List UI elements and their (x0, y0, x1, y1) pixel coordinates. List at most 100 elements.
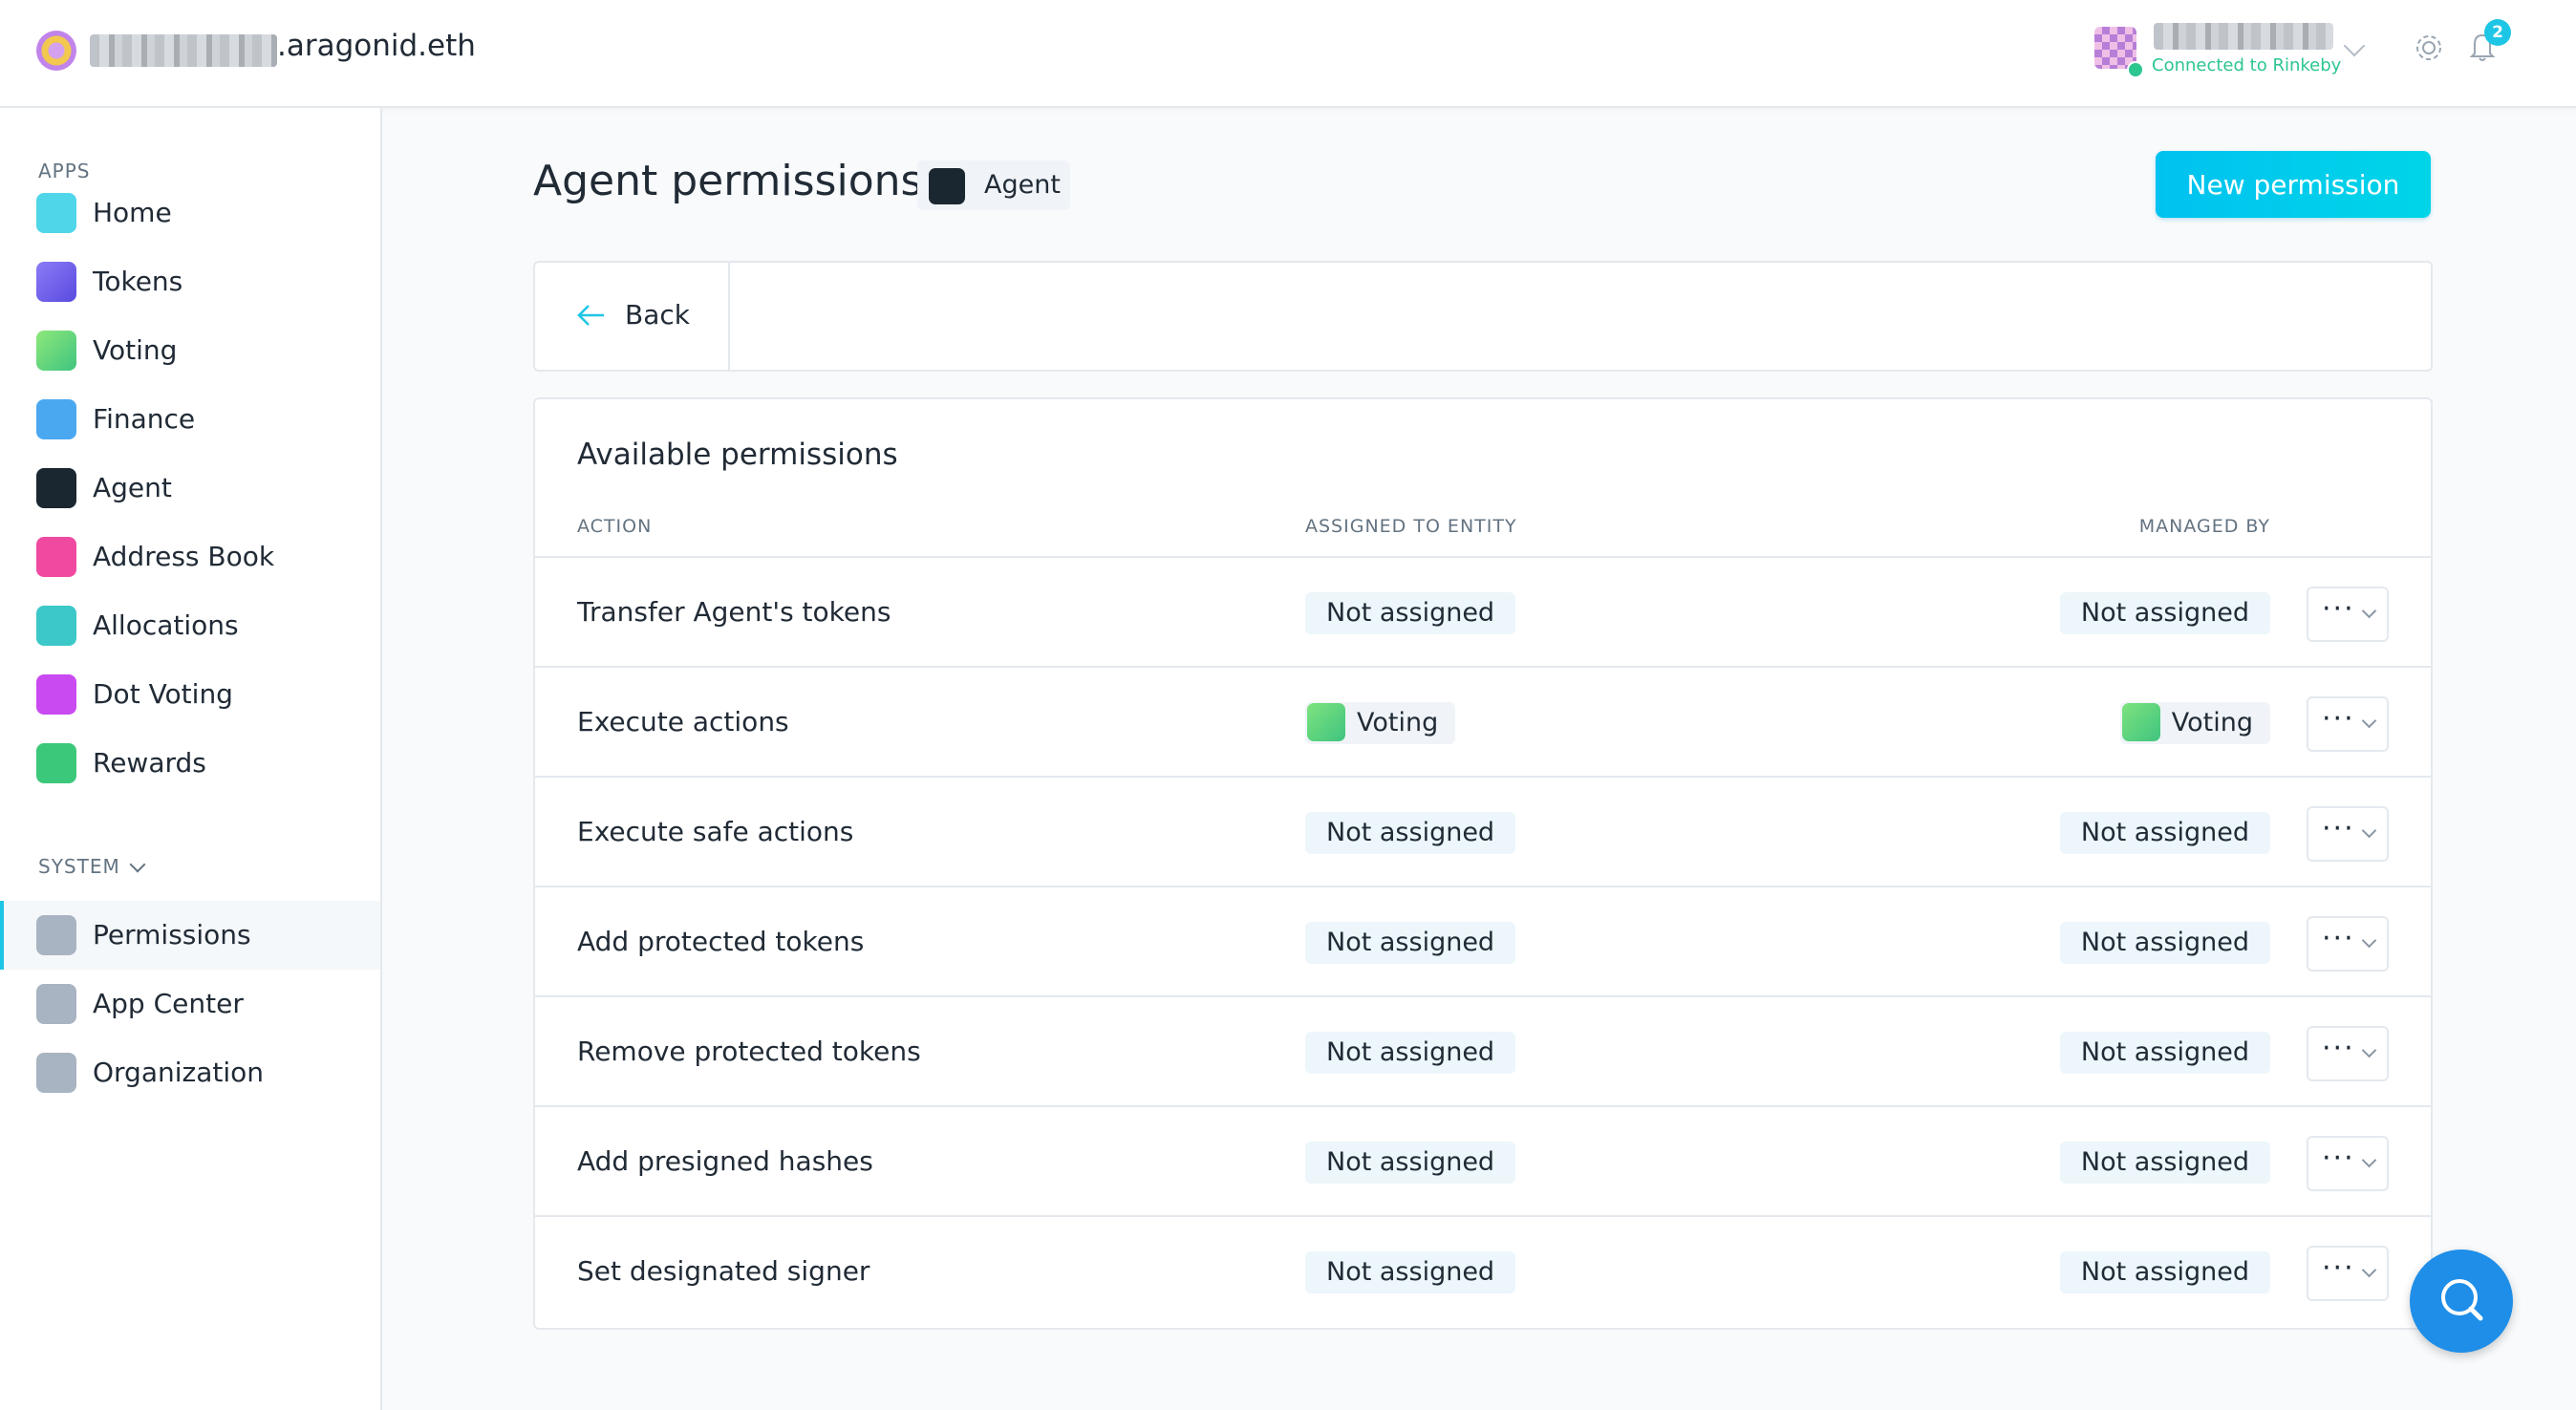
organization-icon (36, 1053, 76, 1093)
voting-icon (1307, 702, 1345, 741)
manager-tag: Not assigned (2059, 1032, 2270, 1074)
arrow-left-icon (577, 305, 604, 326)
manager-tag: Not assigned (2059, 592, 2270, 634)
chevron-down-icon (2361, 1262, 2377, 1278)
new-permission-button[interactable]: New permission (2156, 151, 2431, 218)
address-book-icon (36, 537, 76, 577)
ellipsis-icon: ··· (2322, 1142, 2355, 1175)
app-badge: Agent (917, 160, 1070, 210)
chevron-down-icon (2361, 1042, 2377, 1058)
row-actions-button[interactable]: ··· (2307, 1136, 2389, 1191)
org-name[interactable]: .aragonid.eth (277, 29, 476, 63)
sidebar-item-label: Voting (93, 334, 178, 366)
entity-tag: Not assigned (1305, 1032, 1516, 1074)
dot-voting-icon (36, 674, 76, 715)
column-header-managed-by: MANAGED BY (2138, 516, 2270, 537)
row-action: Execute safe actions (577, 816, 854, 847)
sidebar-item-allocations[interactable]: Allocations (0, 591, 380, 660)
sidebar-item-address-book[interactable]: Address Book (0, 523, 380, 591)
sidebar-item-label: Rewards (93, 747, 206, 779)
entity-tag: Not assigned (1305, 922, 1516, 964)
entity-tag: Not assigned (1305, 592, 1516, 634)
ellipsis-icon: ··· (2322, 1251, 2355, 1285)
sidebar-item-label: Home (93, 197, 172, 228)
sidebar-item-label: Agent (93, 472, 172, 503)
sidebar-item-permissions[interactable]: Permissions (0, 901, 380, 970)
permissions-icon (36, 915, 76, 955)
row-actions-button[interactable]: ··· (2307, 916, 2389, 972)
entity-tag: Not assigned (1305, 1142, 1516, 1184)
permissions-panel: Available permissions ACTION ASSIGNED TO… (533, 397, 2433, 1330)
top-bar: .aragonid.eth Connected to Rinkeby 2 (0, 0, 2576, 108)
row-action: Set designated signer (577, 1255, 870, 1287)
app-center-icon (36, 984, 76, 1024)
table-row: Execute actions Voting Voting ··· (535, 666, 2431, 778)
sidebar-item-agent[interactable]: Agent (0, 454, 380, 523)
sidebar-item-label: Address Book (93, 541, 275, 572)
row-action: Remove protected tokens (577, 1036, 921, 1067)
row-actions-button[interactable]: ··· (2307, 1246, 2389, 1301)
chevron-down-icon[interactable] (129, 856, 146, 873)
row-actions-button[interactable]: ··· (2307, 696, 2389, 752)
tokens-icon (36, 262, 76, 302)
connection-dot (2127, 61, 2144, 78)
back-bar: Back (533, 261, 2433, 372)
sidebar-item-tokens[interactable]: Tokens (0, 247, 380, 316)
help-search-button[interactable] (2410, 1250, 2513, 1353)
sidebar-item-label: Permissions (93, 919, 251, 951)
entity-tag[interactable]: Voting (1305, 702, 1456, 744)
agent-icon (929, 168, 965, 204)
ellipsis-icon: ··· (2322, 812, 2355, 845)
sidebar-item-label: Organization (93, 1057, 265, 1088)
table-row: Add presigned hashes Not assigned Not as… (535, 1105, 2431, 1217)
home-icon (36, 193, 76, 233)
panel-title: Available permissions (577, 438, 898, 472)
chevron-down-icon (2361, 932, 2377, 949)
sidebar-item-organization[interactable]: Organization (0, 1038, 380, 1107)
system-section-label[interactable]: SYSTEM (38, 855, 120, 878)
row-action: Transfer Agent's tokens (577, 596, 891, 628)
app-badge-label: Agent (984, 170, 1061, 200)
sidebar-item-home[interactable]: Home (0, 179, 380, 247)
blurred-account-address (2154, 23, 2333, 50)
rewards-icon (36, 743, 76, 783)
chevron-down-icon (2361, 713, 2377, 729)
sidebar-item-dot-voting[interactable]: Dot Voting (0, 660, 380, 729)
org-avatar[interactable] (36, 31, 76, 71)
back-button[interactable]: Back (535, 263, 730, 370)
sidebar-item-finance[interactable]: Finance (0, 385, 380, 454)
manager-tag[interactable]: Voting (2119, 702, 2270, 744)
row-actions-button[interactable]: ··· (2307, 1026, 2389, 1081)
blurred-org-name (90, 34, 277, 67)
column-header-action: ACTION (577, 516, 653, 537)
entity-tag: Not assigned (1305, 812, 1516, 854)
voting-icon (36, 331, 76, 371)
table-row: Set designated signer Not assigned Not a… (535, 1215, 2431, 1327)
notification-badge: 2 (2484, 19, 2511, 46)
voting-icon (2121, 702, 2160, 741)
sidebar-item-rewards[interactable]: Rewards (0, 729, 380, 798)
agent-icon (36, 468, 76, 508)
table-row: Execute safe actions Not assigned Not as… (535, 776, 2431, 887)
finance-icon (36, 399, 76, 439)
chevron-down-icon (2361, 1152, 2377, 1168)
column-header-entity: ASSIGNED TO ENTITY (1305, 516, 1517, 537)
ellipsis-icon: ··· (2322, 592, 2355, 626)
connection-status: Connected to Rinkeby (2152, 55, 2342, 75)
manager-tag: Not assigned (2059, 1142, 2270, 1184)
row-action: Add protected tokens (577, 926, 865, 957)
sidebar-item-label: Dot Voting (93, 678, 233, 710)
chevron-down-icon[interactable] (2343, 34, 2366, 57)
chevron-down-icon (2361, 822, 2377, 839)
ellipsis-icon: ··· (2322, 702, 2355, 736)
row-actions-button[interactable]: ··· (2307, 806, 2389, 862)
sidebar-item-app-center[interactable]: App Center (0, 970, 380, 1038)
gear-icon[interactable] (2410, 29, 2448, 67)
row-actions-button[interactable]: ··· (2307, 587, 2389, 642)
sidebar-item-label: Finance (93, 403, 196, 435)
back-label: Back (625, 299, 690, 331)
sidebar-item-label: App Center (93, 988, 244, 1019)
manager-tag: Not assigned (2059, 812, 2270, 854)
sidebar-item-voting[interactable]: Voting (0, 316, 380, 385)
page-title: Agent permissions (533, 157, 923, 205)
